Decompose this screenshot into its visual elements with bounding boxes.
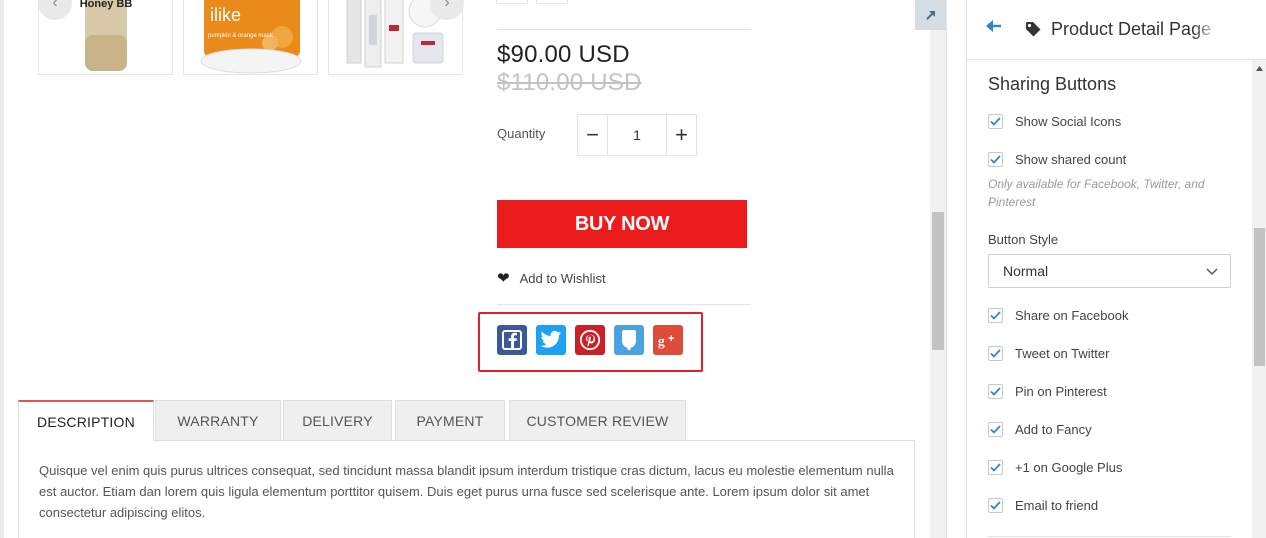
tab-customer-review[interactable]: CUSTOMER REVIEW	[509, 400, 686, 441]
ilike-mask-jar-image: ilike pumpkin & orange mask	[200, 0, 302, 74]
active-tab-joint	[19, 440, 153, 442]
google-plus-share-icon[interactable]: g +	[653, 325, 683, 355]
network-label: Tweet on Twitter	[1015, 346, 1110, 361]
preview-scrollbar-thumb[interactable]	[932, 212, 944, 350]
quantity-label: Quantity	[497, 126, 546, 141]
heart-icon: ❤	[497, 270, 510, 287]
tab-warranty[interactable]: WARRANTY	[155, 400, 281, 441]
facebook-share-icon[interactable]	[497, 325, 527, 355]
checkbox-email-to-friend[interactable]: Email to friend	[988, 498, 1098, 513]
network-label: Email to friend	[1015, 498, 1099, 513]
storefront-preview: Honey BB ilike pumpkin & orange mask ‹ ›…	[0, 0, 930, 538]
section-title: Sharing Buttons	[988, 74, 1117, 94]
thumbnail-2-label: ilike	[210, 5, 241, 25]
checkbox-tweet-on-twitter[interactable]: Tweet on Twitter	[988, 346, 1109, 361]
checkbox-icon[interactable]	[988, 346, 1003, 361]
product-description-text: Quisque vel enim quis purus ultrices con…	[39, 463, 894, 520]
quantity-input[interactable]: 1	[607, 115, 667, 155]
divider	[497, 29, 751, 30]
product-price: $90.00 USD	[497, 41, 630, 68]
expand-preview-button[interactable]	[915, 0, 946, 30]
quantity-increase-button[interactable]: +	[667, 115, 696, 155]
buy-now-button[interactable]: BUY NOW	[497, 200, 747, 248]
checkbox-show-shared-count[interactable]: Show shared count	[988, 152, 1126, 167]
expand-arrow-icon	[925, 11, 935, 20]
panel-gutter	[946, 0, 966, 538]
checkbox-icon[interactable]	[988, 460, 1003, 475]
checkbox-google-plus[interactable]: +1 on Google Plus	[988, 460, 1122, 475]
quantity-decrease-button[interactable]: −	[578, 115, 607, 155]
wishlist-label: Add to Wishlist	[519, 270, 606, 286]
tab-description[interactable]: DESCRIPTION	[18, 400, 154, 441]
scroll-up-arrow-icon[interactable]	[1252, 60, 1266, 76]
pinterest-share-icon[interactable]	[575, 325, 605, 355]
checkbox-icon[interactable]	[988, 384, 1003, 399]
preview-left-edge	[0, 0, 4, 538]
checkbox-icon[interactable]	[988, 498, 1003, 513]
quantity-stepper: − 1 +	[577, 114, 697, 156]
svg-text:+: +	[668, 333, 674, 345]
checkbox-icon[interactable]	[988, 114, 1003, 129]
back-arrow-icon[interactable]	[985, 17, 1003, 41]
option-label: Show shared count	[1015, 152, 1127, 167]
variant-swatch[interactable]	[536, 0, 568, 4]
product-thumbnail-2[interactable]: ilike pumpkin & orange mask	[183, 0, 318, 75]
network-label: Add to Fancy	[1015, 422, 1092, 437]
network-label: Pin on Pinterest	[1015, 384, 1107, 399]
network-label: Share on Facebook	[1015, 308, 1129, 323]
checkbox-pin-on-pinterest[interactable]: Pin on Pinterest	[988, 384, 1107, 399]
network-label: +1 on Google Plus	[1015, 460, 1123, 475]
thumbnail-1-label: Honey BB	[80, 0, 133, 10]
checkbox-show-social-icons[interactable]: Show Social Icons	[988, 114, 1121, 129]
tab-payment[interactable]: PAYMENT	[395, 400, 505, 441]
settings-panel: Product Detail Page Sharing Buttons Show…	[966, 0, 1266, 538]
checkbox-add-to-fancy[interactable]: Add to Fancy	[988, 422, 1092, 437]
tag-icon	[1025, 21, 1041, 42]
compare-at-price: $110.00 USD	[497, 69, 642, 96]
checkbox-icon[interactable]	[988, 422, 1003, 437]
title-fade-overlay	[1192, 10, 1232, 50]
button-style-label: Button Style	[988, 232, 1059, 247]
panel-title: Product Detail Page	[1051, 19, 1212, 39]
divider	[497, 304, 751, 305]
checkbox-share-on-facebook[interactable]: Share on Facebook	[988, 308, 1128, 323]
variant-swatch[interactable]	[496, 0, 528, 4]
shared-count-hint: Only available for Facebook, Twitter, an…	[988, 177, 1205, 209]
chevron-down-icon	[1206, 268, 1218, 276]
divider	[988, 536, 1231, 537]
checkbox-icon[interactable]	[988, 308, 1003, 323]
panel-scrollbar-thumb[interactable]	[1254, 228, 1265, 366]
button-style-value: Normal	[1003, 263, 1049, 279]
svg-text:g: g	[658, 334, 665, 349]
option-label: Show Social Icons	[1015, 114, 1122, 129]
button-style-select[interactable]: Normal	[988, 254, 1231, 288]
add-to-wishlist-link[interactable]: ❤ Add to Wishlist	[497, 269, 606, 287]
checkbox-icon[interactable]	[988, 152, 1003, 167]
tab-delivery[interactable]: DELIVERY	[283, 400, 392, 441]
panel-header: Product Detail Page	[967, 0, 1266, 60]
twitter-share-icon[interactable]	[536, 325, 566, 355]
fancy-share-icon[interactable]	[614, 325, 644, 355]
thumbnail-2-sublabel: pumpkin & orange mask	[208, 33, 274, 39]
